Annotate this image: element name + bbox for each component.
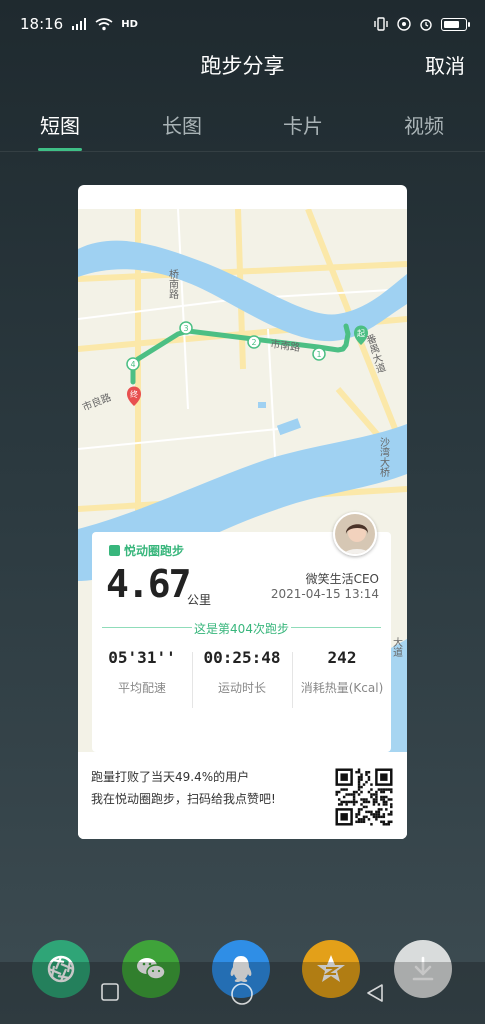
- alarm-lock-icon: [397, 17, 411, 31]
- run-count: 这是第404次跑步: [194, 622, 289, 636]
- metric-value: 242: [327, 648, 357, 667]
- system-nav-bar: [0, 962, 485, 1024]
- checkpoint-2: 2: [251, 338, 256, 347]
- wifi-icon: [95, 17, 113, 30]
- qr-code: [333, 766, 395, 828]
- recent-apps-icon[interactable]: [100, 982, 120, 1002]
- cancel-button[interactable]: 取消: [425, 50, 465, 79]
- vibrate-icon: [374, 17, 388, 31]
- road-label: 沙湾大桥: [378, 437, 390, 478]
- brand-logo: 悦动圈跑步: [109, 542, 184, 559]
- tab-short-image[interactable]: 短图: [20, 110, 100, 139]
- metric-label: 运动时长: [217, 681, 266, 695]
- tab-long-image[interactable]: 长图: [142, 110, 222, 139]
- back-icon[interactable]: [364, 982, 386, 1004]
- share-card-preview: 1 2 3 4 起 终 桥南路 市南路 市良路 沙湾大桥 番禺大道 大道 悦动圈…: [78, 185, 407, 839]
- metric-value: 00:25:48: [203, 648, 281, 667]
- run-datetime: 2021-04-15 13:14: [270, 587, 379, 601]
- tab-bar: 短图 长图 卡片 视频: [0, 100, 485, 152]
- metric-pace: 05'31'' 平均配速: [92, 648, 192, 696]
- username: 微笑生活CEO: [305, 572, 379, 586]
- ranking-text: 跑量打败了当天49.4%的用户: [91, 770, 250, 784]
- metric-label: 平均配速: [117, 681, 166, 695]
- invite-text: 我在悦动圈跑步，扫码给我点赞吧!: [91, 792, 276, 806]
- divider: [291, 627, 381, 628]
- metric-label: 消耗热量(Kcal): [300, 681, 384, 695]
- metric-calories: 242 消耗热量(Kcal): [292, 648, 392, 696]
- status-bar: 18:16 HD: [0, 0, 485, 48]
- run-info-panel: 悦动圈跑步 4.67 公里 微笑生活CEO 2021-04-15 13:14 这…: [92, 512, 392, 752]
- checkpoint-4: 4: [130, 360, 135, 369]
- checkpoint-3: 3: [183, 324, 188, 333]
- active-tab-indicator: [38, 148, 82, 151]
- distance-value: 4.67: [106, 562, 192, 606]
- alarm-icon: [420, 19, 432, 31]
- distance-unit: 公里: [187, 593, 212, 607]
- tab-card[interactable]: 卡片: [263, 110, 343, 139]
- checkpoint-1: 1: [316, 350, 321, 359]
- card-footer: 跑量打败了当天49.4%的用户 我在悦动圈跑步，扫码给我点赞吧!: [78, 752, 407, 839]
- hd-badge: HD: [121, 18, 138, 30]
- avatar: [333, 512, 377, 556]
- signal-icon: [72, 18, 87, 30]
- brand-icon: [109, 545, 120, 556]
- battery-icon: [441, 17, 470, 31]
- svg-text:终: 终: [130, 389, 138, 399]
- brand-name: 悦动圈跑步: [124, 544, 185, 558]
- road-label: 桥南路: [167, 269, 179, 300]
- metric-value: 05'31'': [108, 648, 176, 667]
- tab-video[interactable]: 视频: [384, 110, 464, 139]
- road-label: 大道: [391, 636, 403, 657]
- title-bar: 跑步分享 取消: [0, 48, 485, 84]
- run-count-row: 这是第404次跑步: [92, 620, 391, 636]
- home-icon[interactable]: [230, 982, 254, 1006]
- metric-duration: 00:25:48 运动时长: [192, 648, 292, 696]
- status-time: 18:16: [20, 15, 64, 33]
- page-title: 跑步分享: [200, 54, 285, 78]
